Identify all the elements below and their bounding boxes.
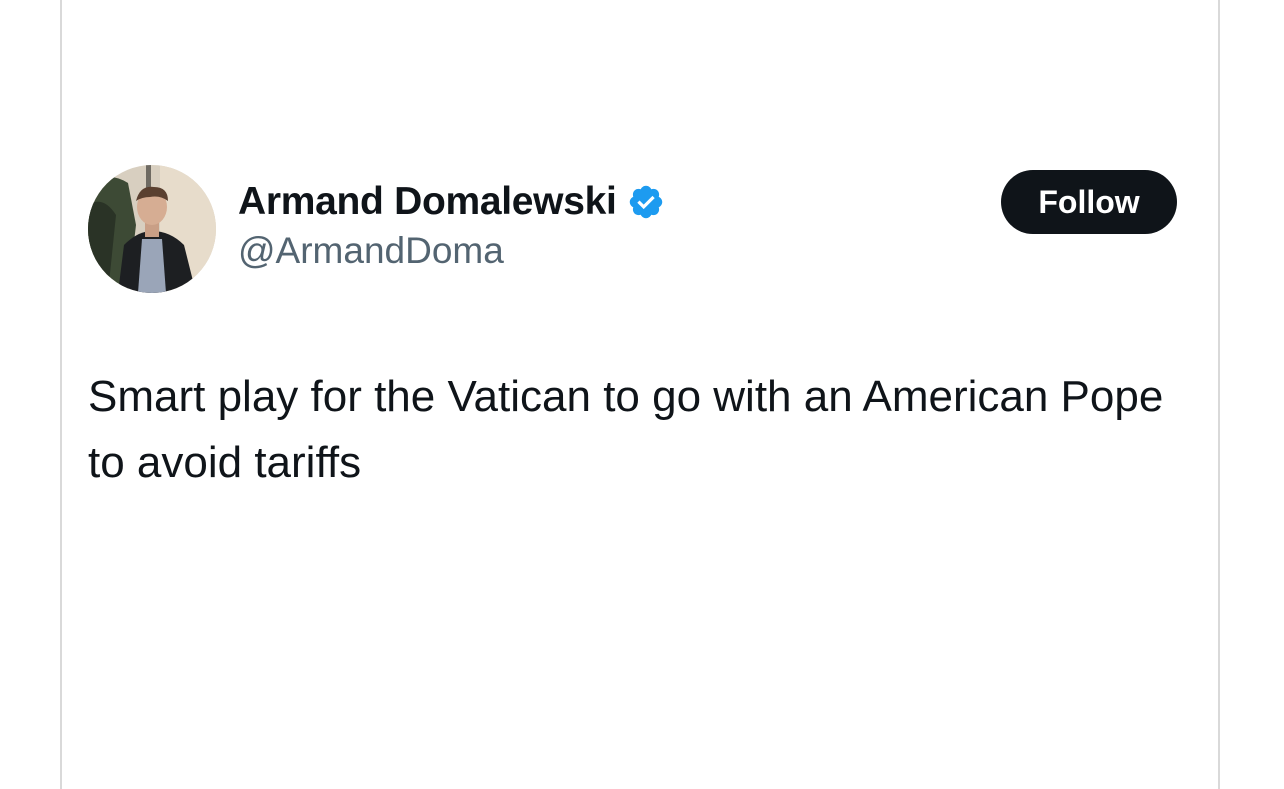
avatar[interactable] <box>88 165 216 293</box>
profile-photo-icon <box>88 165 216 293</box>
author-block: Armand Domalewski @ArmandDoma <box>238 178 665 272</box>
user-handle[interactable]: @ArmandDoma <box>238 230 665 272</box>
tweet-card: Armand Domalewski @ArmandDoma Follow Sma… <box>60 0 1220 789</box>
verified-badge-icon <box>627 183 665 221</box>
page: Armand Domalewski @ArmandDoma Follow Sma… <box>0 0 1284 789</box>
display-name[interactable]: Armand Domalewski <box>238 180 617 224</box>
name-row: Armand Domalewski <box>238 178 665 226</box>
follow-button[interactable]: Follow <box>1001 170 1177 234</box>
tweet-text: Smart play for the Vatican to go with an… <box>88 372 1164 487</box>
